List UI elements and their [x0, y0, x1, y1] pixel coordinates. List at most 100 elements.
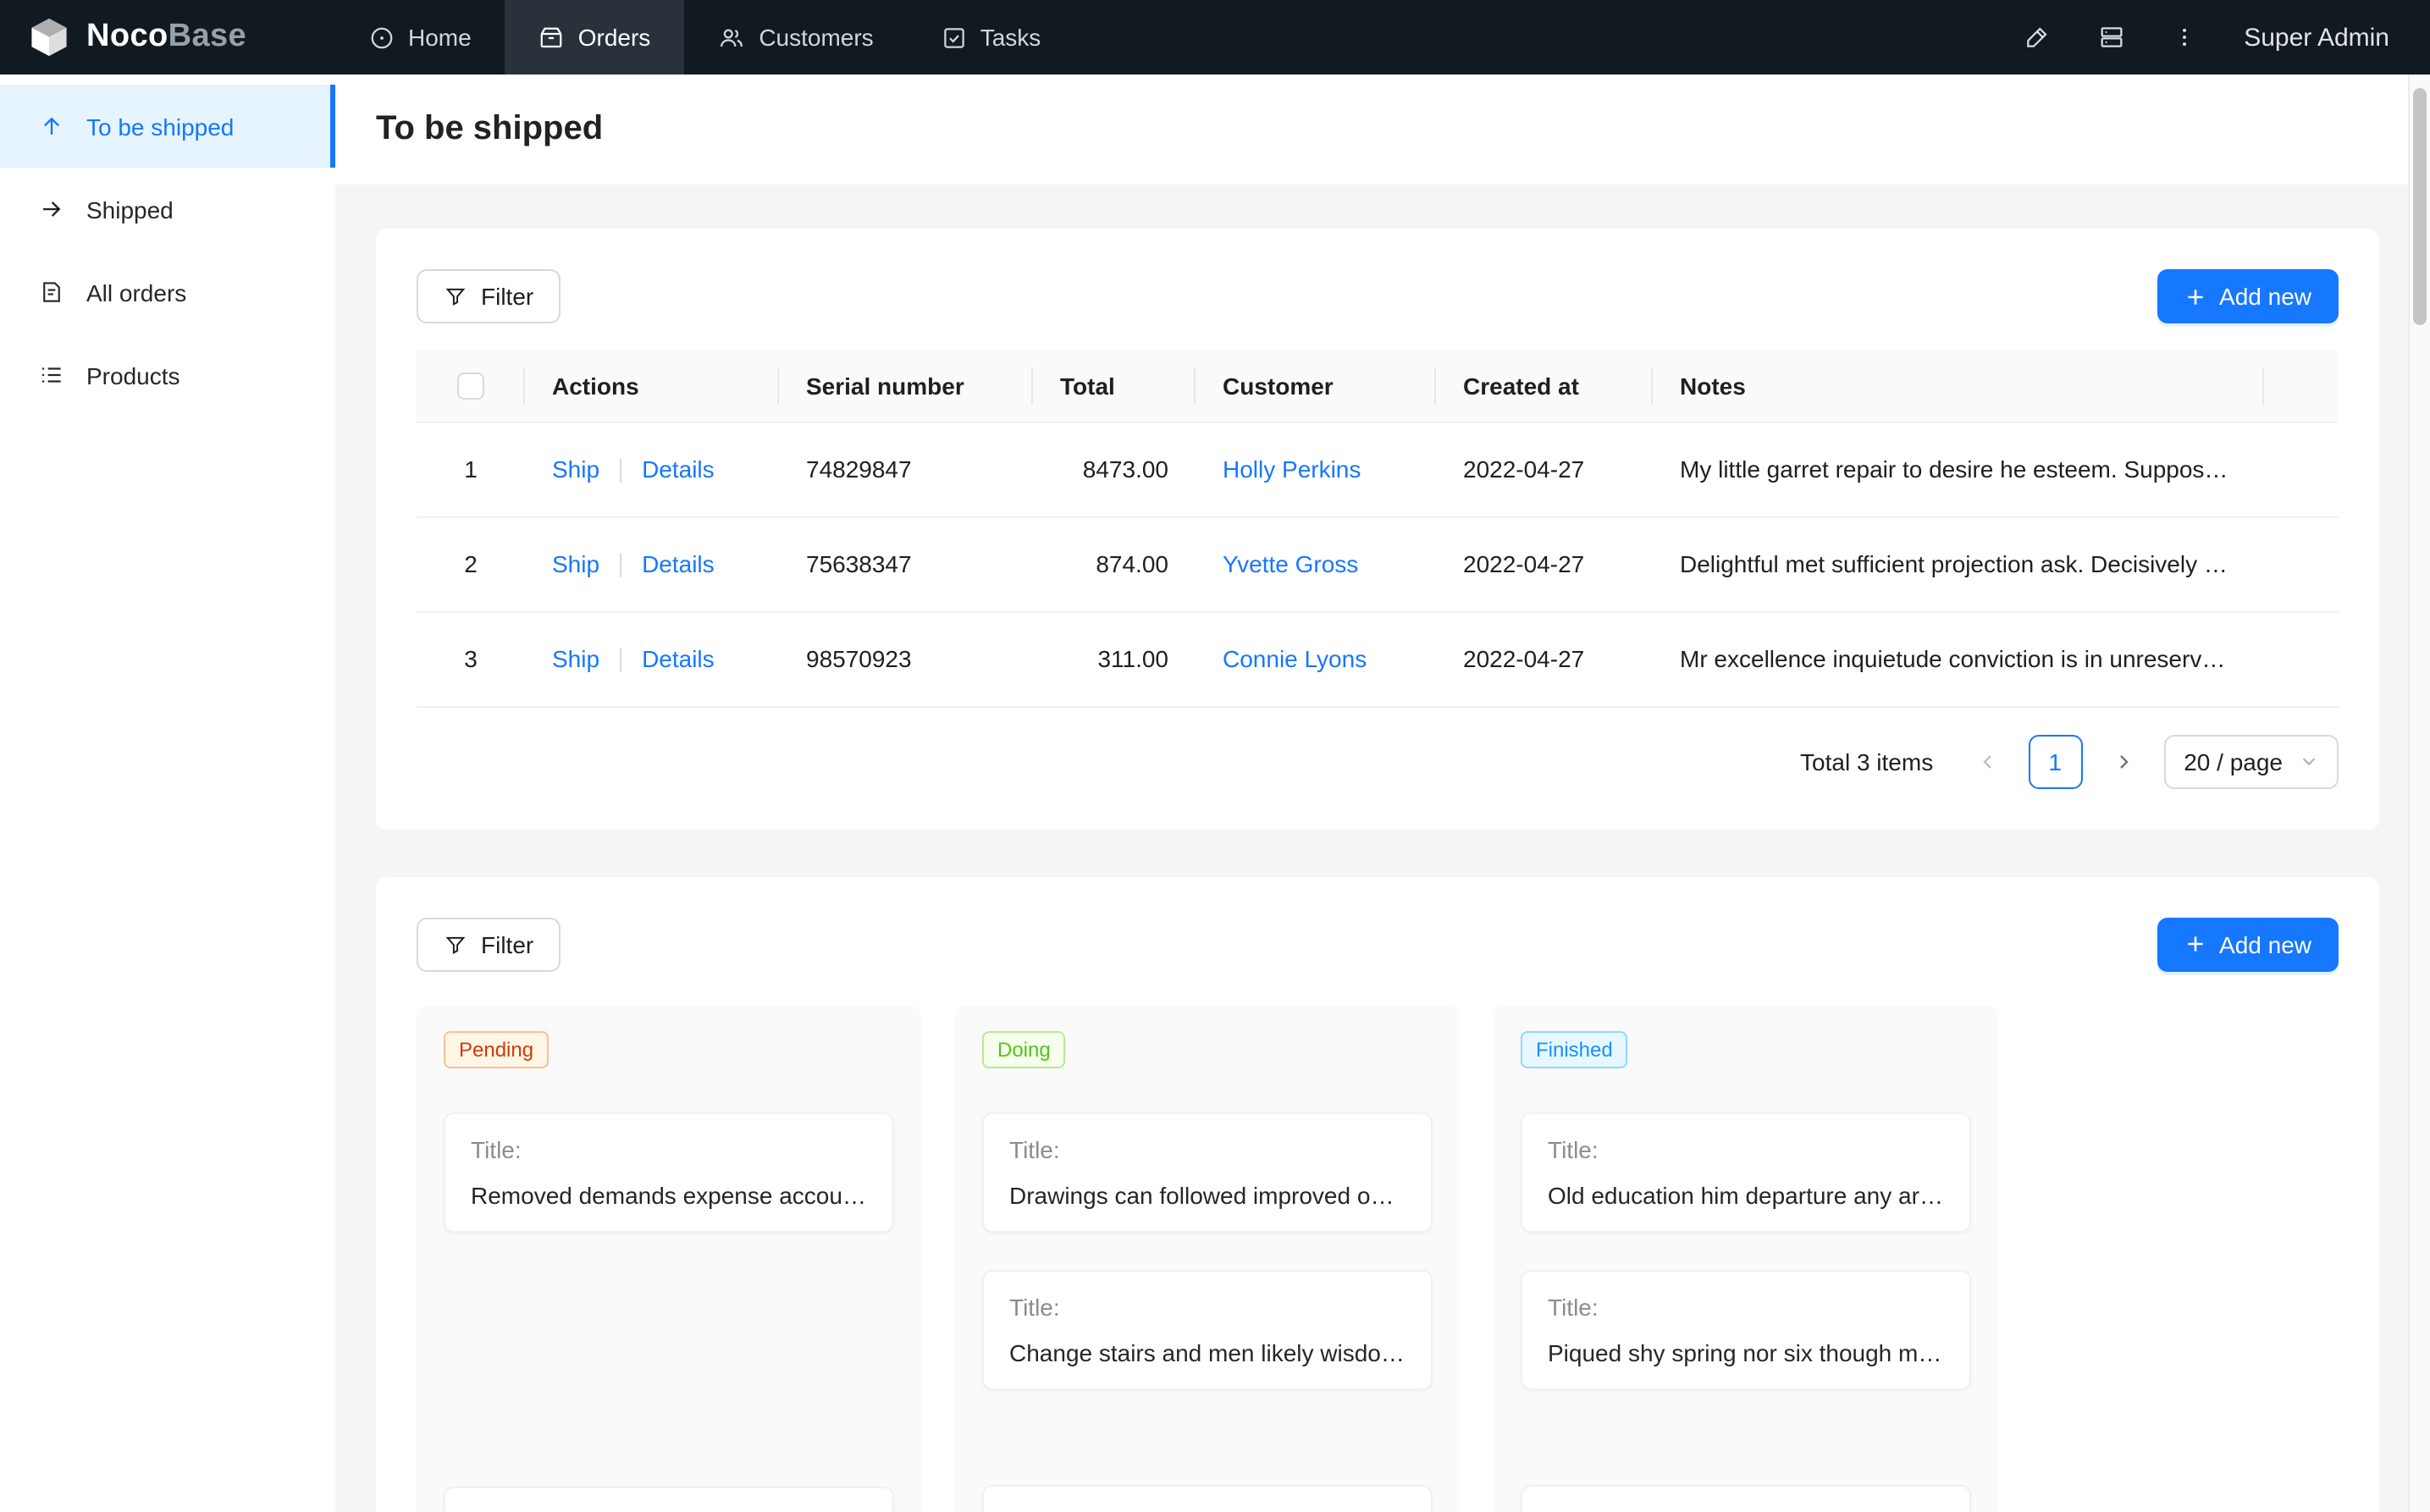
tasks-check-icon — [942, 25, 967, 50]
header-customer: Customer — [1196, 350, 1436, 422]
action-divider — [620, 459, 621, 483]
row-actions: Ship Details — [525, 422, 779, 516]
task-title-text: Change stairs and men likely wisdom ... — [1009, 1338, 1406, 1366]
task-card[interactable]: Title: Old education him departure any a… — [1521, 1112, 1971, 1232]
row-filler — [2264, 422, 2339, 516]
task-field-label: Title: — [1548, 1293, 1944, 1320]
plus-icon — [2184, 933, 2206, 955]
orders-toolbar: Filter Add new — [417, 269, 2339, 323]
table-row: 3 ShipDetails 98570923 311.00 Connie Lyo… — [417, 611, 2339, 706]
filter-button[interactable]: Filter — [417, 269, 561, 323]
tab-home[interactable]: Home — [335, 0, 505, 74]
kanban-add-new-button[interactable]: Add new — [2157, 917, 2339, 971]
row-total: 874.00 — [1033, 516, 1196, 611]
header-actions: Actions — [525, 350, 779, 422]
app-root: NocoBase Home Orders — [0, 0, 2430, 1512]
sidebar-item-label: Products — [86, 361, 180, 389]
row-notes: My little garret repair to desire he est… — [1653, 422, 2264, 516]
tab-label: Tasks — [980, 24, 1041, 51]
vertical-scrollbar-thumb[interactable] — [2413, 88, 2427, 325]
tab-tasks[interactable]: Tasks — [908, 0, 1075, 74]
row-index: 1 — [417, 422, 525, 516]
kanban-columns: Pending Title: Removed demands expense a… — [417, 1005, 2339, 1512]
add-new-label: Add new — [2219, 284, 2311, 308]
task-card-partial[interactable] — [444, 1486, 894, 1512]
pagination-page-1[interactable]: 1 — [2028, 734, 2082, 788]
status-badge: Pending — [444, 1030, 549, 1068]
row-actions: Ship Details — [525, 611, 779, 706]
action-divider — [620, 648, 621, 672]
row-notes: Delightful met sufficient projection ask… — [1653, 516, 2264, 611]
page-header: To be shipped — [335, 74, 2430, 185]
sidebar-item-label: All orders — [86, 279, 186, 306]
header-select-all — [417, 350, 525, 422]
sidebar-item-shipped[interactable]: Shipped — [0, 168, 335, 251]
task-card[interactable]: Title: Drawings can followed improved ou… — [982, 1112, 1433, 1232]
customer-link[interactable]: Yvette Gross — [1223, 550, 1358, 577]
select-all-checkbox[interactable] — [457, 373, 484, 400]
user-menu[interactable]: Super Admin — [2244, 23, 2389, 52]
sidebar-item-products[interactable]: Products — [0, 334, 335, 417]
page-size-select[interactable]: 20 / page — [2163, 734, 2339, 788]
header-created-at: Created at — [1436, 350, 1653, 422]
task-card-partial[interactable] — [982, 1484, 1433, 1512]
filter-label: Filter — [481, 284, 533, 308]
table-row: 1 ShipDetails 74829847 8473.00 Holly Per… — [417, 422, 2339, 516]
brand-secondary: Base — [168, 19, 246, 54]
vertical-scrollbar-track[interactable] — [2408, 74, 2430, 1512]
more-ellipsis-icon[interactable] — [2173, 24, 2196, 51]
status-badge: Finished — [1521, 1030, 1628, 1068]
row-serial: 98570923 — [779, 611, 1033, 706]
row-created-at: 2022-04-27 — [1436, 611, 1653, 706]
arrow-up-icon — [39, 113, 64, 139]
customer-link[interactable]: Connie Lyons — [1223, 645, 1367, 672]
task-card[interactable]: Title: Change stairs and men likely wisd… — [982, 1269, 1433, 1389]
row-serial: 74829847 — [779, 422, 1033, 516]
ship-link[interactable]: Ship — [552, 645, 599, 672]
add-new-button[interactable]: Add new — [2157, 269, 2339, 323]
main-nav-tabs: Home Orders Customers — [335, 0, 1074, 74]
highlighter-icon[interactable] — [2024, 24, 2051, 51]
details-link[interactable]: Details — [642, 550, 715, 577]
tab-customers[interactable]: Customers — [684, 0, 907, 74]
tab-orders[interactable]: Orders — [505, 0, 685, 74]
details-link[interactable]: Details — [642, 645, 715, 672]
task-card-partial[interactable] — [1521, 1484, 1971, 1512]
row-serial: 75638347 — [779, 516, 1033, 611]
page-size-value: 20 / page — [2184, 748, 2283, 775]
navbar-right: Super Admin — [2024, 0, 2430, 74]
layout: To be shipped Shipped All orders — [0, 74, 2430, 1512]
task-title-text: Drawings can followed improved out ... — [1009, 1181, 1406, 1208]
sidebar-item-label: To be shipped — [86, 113, 234, 140]
sidebar-item-label: Shipped — [86, 196, 174, 223]
kanban-column-finished: Finished Title: Old education him depart… — [1494, 1005, 1998, 1512]
customer-link[interactable]: Holly Perkins — [1223, 455, 1361, 483]
kanban-column-pending: Pending Title: Removed demands expense a… — [417, 1005, 921, 1512]
ship-link[interactable]: Ship — [552, 550, 599, 577]
chevron-down-icon — [2300, 752, 2318, 770]
status-badge: Doing — [982, 1030, 1066, 1068]
database-icon[interactable] — [2098, 24, 2125, 51]
orders-box-icon — [539, 25, 565, 50]
task-field-label: Title: — [1009, 1293, 1406, 1320]
task-card[interactable]: Title: Removed demands expense account i… — [444, 1112, 894, 1232]
pagination-next-icon[interactable] — [2096, 734, 2150, 788]
table-row: 2 ShipDetails 75638347 874.00 Yvette Gro… — [417, 516, 2339, 611]
sidebar-item-all-orders[interactable]: All orders — [0, 251, 335, 334]
list-icon — [39, 362, 64, 388]
filter-funnel-icon — [444, 284, 467, 308]
sidebar-item-to-be-shipped[interactable]: To be shipped — [0, 85, 335, 168]
brand[interactable]: NocoBase — [0, 0, 335, 74]
row-index: 3 — [417, 611, 525, 706]
pagination-prev-icon[interactable] — [1960, 734, 2014, 788]
details-link[interactable]: Details — [642, 455, 715, 483]
arrow-right-icon — [39, 196, 64, 222]
ship-link[interactable]: Ship — [552, 455, 599, 483]
task-card[interactable]: Title: Piqued shy spring nor six though … — [1521, 1269, 1971, 1389]
filter-label: Filter — [481, 932, 533, 956]
main-content: To be shipped Filter — [335, 74, 2430, 1512]
kanban-filter-button[interactable]: Filter — [417, 917, 561, 971]
action-divider — [620, 554, 621, 577]
header-total: Total — [1033, 350, 1196, 422]
content-body: Filter Add new — [335, 185, 2430, 1512]
